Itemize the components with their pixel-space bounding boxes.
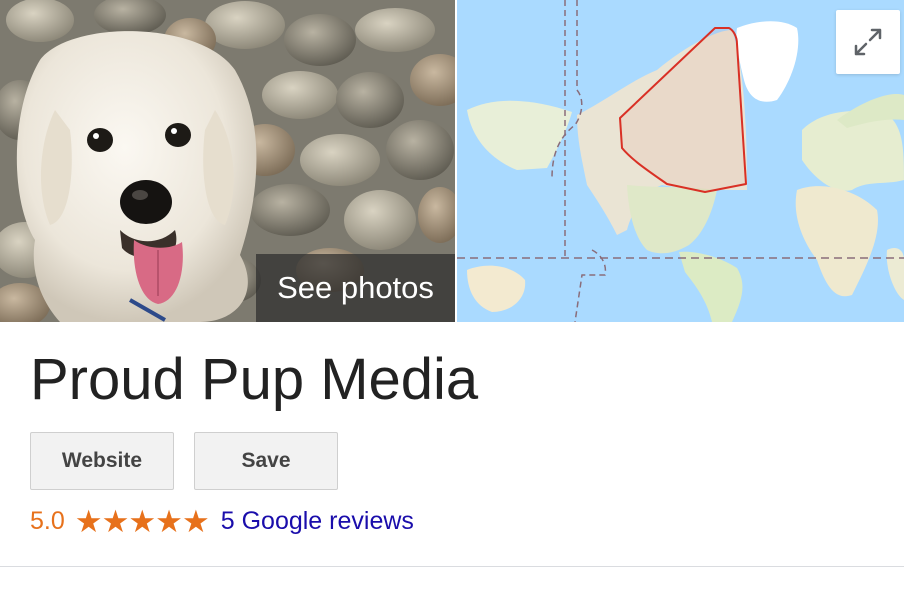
section-divider — [0, 566, 904, 567]
rating-row: 5.0 ★ ★ ★ ★ ★ 5 Google reviews — [30, 503, 414, 539]
google-reviews-link[interactable]: 5 Google reviews — [221, 507, 414, 536]
expand-map-button[interactable] — [836, 10, 900, 74]
see-photos-button[interactable]: See photos — [256, 254, 455, 322]
expand-arrows-icon — [851, 25, 885, 59]
business-name: Proud Pup Media — [30, 347, 479, 412]
star-icon: ★ — [101, 503, 130, 539]
save-button[interactable]: Save — [194, 432, 338, 490]
media-strip: See photos — [0, 0, 904, 322]
star-rating: ★ ★ ★ ★ ★ — [74, 503, 210, 539]
star-icon: ★ — [128, 503, 157, 539]
star-icon: ★ — [181, 503, 210, 539]
rating-value: 5.0 — [30, 506, 65, 535]
star-icon: ★ — [155, 503, 183, 539]
location-map[interactable] — [457, 0, 904, 322]
website-button[interactable]: Website — [30, 432, 174, 490]
star-icon: ★ — [74, 503, 103, 539]
business-photo[interactable]: See photos — [0, 0, 455, 322]
